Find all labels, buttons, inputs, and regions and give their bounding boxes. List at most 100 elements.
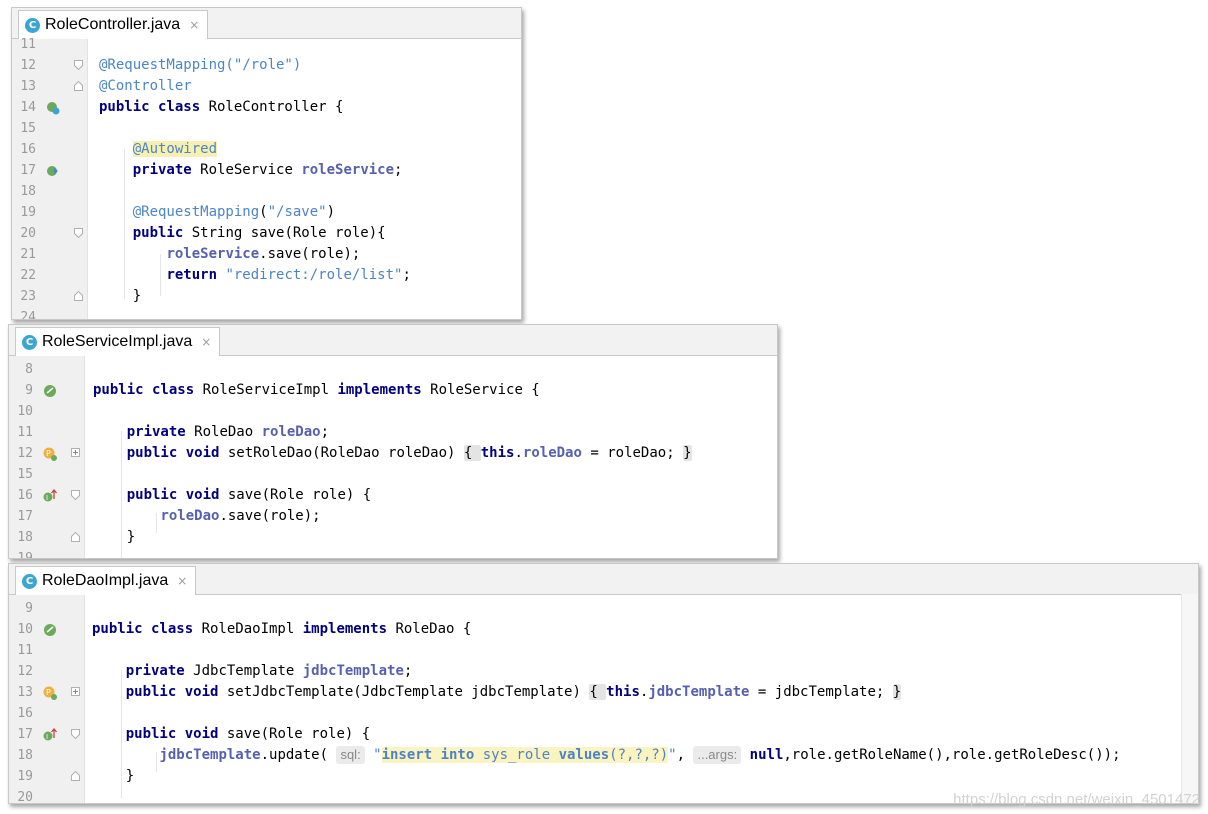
fold-icon[interactable] — [71, 729, 80, 739]
line-number: 23 — [20, 289, 36, 304]
param-hint-sql: sql: — [336, 746, 365, 764]
tab-bar: C RoleServiceImpl.java × — [9, 325, 777, 356]
tab-bar: C RoleDaoImpl.java × — [9, 564, 1198, 595]
code-line: 19 — [9, 548, 777, 559]
line-number: 19 — [17, 769, 33, 784]
code-line: 16 — [9, 703, 1198, 724]
code-line: 19 @RequestMapping("/save") — [12, 202, 521, 223]
code-text: roleService.save(role); — [166, 246, 361, 262]
code-line: 10 — [9, 401, 777, 422]
code-line: 18 — [12, 181, 521, 202]
spring-bean-icon[interactable] — [43, 623, 57, 637]
line-number: 16 — [20, 142, 36, 157]
autowired-navigate-icon[interactable] — [46, 164, 60, 178]
implements-method-icon[interactable]: I — [43, 728, 57, 742]
spring-bean-icon[interactable] — [43, 384, 57, 398]
tab-title: RoleDaoImpl.java — [42, 572, 169, 589]
line-number: 11 — [17, 643, 33, 658]
code-line: 17 roleDao.save(role); — [9, 506, 777, 527]
code-line: 19 } — [9, 766, 1198, 787]
code-line: 18 } — [9, 527, 777, 548]
line-number: 18 — [20, 184, 36, 199]
line-number: 10 — [17, 622, 33, 637]
code-text: @Controller — [99, 78, 192, 94]
code-line: 8 — [9, 359, 777, 380]
code-text: private RoleDao roleDao; — [126, 424, 330, 440]
fold-icon[interactable] — [71, 490, 80, 500]
line-number: 20 — [20, 226, 36, 241]
code-text: private JdbcTemplate jdbcTemplate; — [125, 663, 413, 679]
code-line: 18 jdbcTemplate.update( sql: "insert int… — [9, 745, 1198, 766]
code-line: 11 — [12, 34, 521, 55]
code-line: 11 — [9, 640, 1198, 661]
line-number: 8 — [25, 362, 33, 377]
code-text: @RequestMapping("/save") — [132, 204, 336, 220]
code-text: } — [92, 768, 135, 784]
fold-end-icon[interactable] — [74, 81, 83, 91]
code-line: 24 — [12, 307, 521, 320]
line-number: 14 — [20, 100, 36, 115]
code-line: 20 public String save(Role role){ — [12, 223, 521, 244]
code-text: public void setJdbcTemplate(JdbcTemplate… — [125, 684, 902, 700]
fold-end-icon[interactable] — [71, 532, 80, 542]
code-text: roleDao.save(role); — [160, 508, 321, 524]
code-line: 15 — [9, 464, 777, 485]
line-number: 11 — [20, 37, 36, 52]
fold-end-icon[interactable] — [71, 771, 80, 781]
tab-roleserviceimpl[interactable]: C RoleServiceImpl.java × — [15, 327, 221, 356]
code-line: 12 P public void setRoleDao(RoleDao role… — [9, 443, 777, 464]
code-text: public class RoleController { — [99, 99, 344, 115]
implements-method-icon[interactable]: I — [43, 489, 57, 503]
param-hint-args: ...args: — [693, 746, 742, 764]
class-file-icon: C — [25, 17, 40, 33]
editor-body[interactable]: 11 12 @RequestMapping("/role") 13 @Contr… — [12, 37, 521, 320]
code-line: 17 private RoleService roleService; — [12, 160, 521, 181]
class-file-icon: C — [22, 573, 37, 589]
code-line: 22 return "redirect:/role/list"; — [12, 265, 521, 286]
code-line: 16 I public void save(Role role) { — [9, 485, 777, 506]
line-number: 9 — [25, 383, 33, 398]
fold-icon[interactable] — [74, 228, 83, 238]
editor-body[interactable]: 8 9 public class RoleServiceImpl impleme… — [9, 356, 777, 558]
code-line: 13 @Controller — [12, 76, 521, 97]
fold-icon[interactable] — [74, 60, 83, 70]
spring-bean-icon[interactable] — [46, 101, 60, 115]
close-icon[interactable]: × — [201, 335, 211, 349]
code-line: 23 } — [12, 286, 521, 307]
line-number: 18 — [17, 530, 33, 545]
line-number: 24 — [20, 310, 36, 320]
property-injection-icon[interactable]: P — [43, 447, 57, 461]
fold-end-icon[interactable] — [74, 291, 83, 301]
property-injection-icon[interactable]: P — [43, 686, 57, 700]
code-line: 9 — [9, 598, 1198, 619]
close-icon[interactable]: × — [177, 574, 187, 588]
expand-icon[interactable] — [71, 687, 80, 697]
line-number: 15 — [20, 121, 36, 136]
code-text: return "redirect:/role/list"; — [166, 267, 411, 283]
code-line: 15 — [12, 118, 521, 139]
line-number: 12 — [17, 664, 33, 679]
line-number: 9 — [25, 601, 33, 616]
line-number: 10 — [17, 404, 33, 419]
line-number: 19 — [17, 551, 33, 559]
line-number: 18 — [17, 748, 33, 763]
code-text: private RoleService roleService; — [132, 162, 403, 178]
code-text: public void save(Role role) { — [126, 487, 372, 503]
expand-icon[interactable] — [71, 448, 80, 458]
line-number: 17 — [17, 509, 33, 524]
code-text: public class RoleServiceImpl implements … — [93, 382, 540, 398]
code-text: public String save(Role role){ — [132, 225, 386, 241]
tab-roledaoimpl[interactable]: C RoleDaoImpl.java × — [15, 566, 197, 595]
line-number: 19 — [20, 205, 36, 220]
code-line: 12 private JdbcTemplate jdbcTemplate; — [9, 661, 1198, 682]
editor-body[interactable]: 9 10 public class RoleDaoImpl implements… — [9, 595, 1198, 803]
close-icon[interactable]: × — [189, 18, 199, 32]
line-number: 16 — [17, 706, 33, 721]
line-number: 21 — [20, 247, 36, 262]
line-number: 16 — [17, 488, 33, 503]
code-line: 14 public class RoleController { — [12, 97, 521, 118]
code-text: public void setRoleDao(RoleDao roleDao) … — [126, 445, 692, 461]
editor-panel-roleserviceimpl: C RoleServiceImpl.java × 8 9 public clas… — [8, 324, 778, 559]
svg-text:P: P — [46, 688, 51, 697]
code-line: 17 I public void save(Role role) { — [9, 724, 1198, 745]
